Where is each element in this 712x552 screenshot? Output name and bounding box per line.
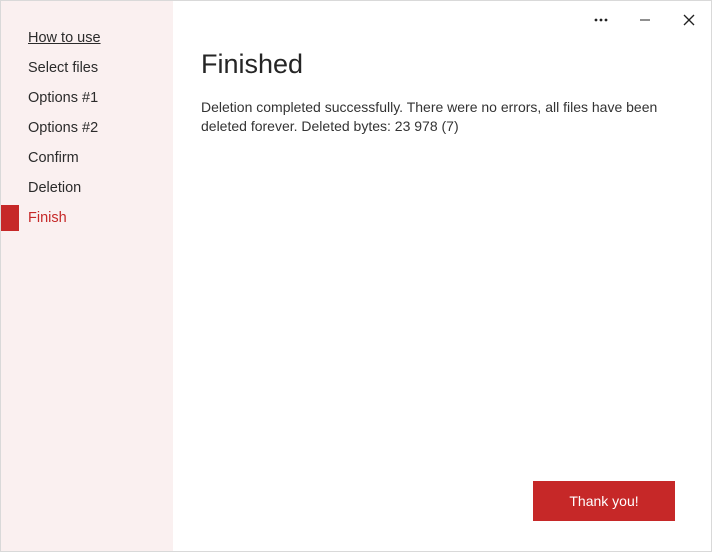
more-button[interactable] [579,1,623,39]
sidebar-item-finish[interactable]: Finish [1,203,173,233]
sidebar-item-label: Options #1 [28,90,98,106]
sidebar: How to use Select files Options #1 Optio… [1,1,173,551]
sidebar-item-label: Select files [28,60,98,76]
sidebar-item-options-2[interactable]: Options #2 [1,113,173,143]
minimize-button[interactable] [623,1,667,39]
app-window: How to use Select files Options #1 Optio… [0,0,712,552]
close-button[interactable] [667,1,711,39]
sidebar-item-label: Finish [28,210,67,226]
sidebar-item-label: Confirm [28,150,79,166]
minimize-icon [639,14,651,26]
sidebar-item-select-files[interactable]: Select files [1,53,173,83]
sidebar-item-how-to-use[interactable]: How to use [1,23,173,53]
thank-you-button[interactable]: Thank you! [533,481,675,521]
sidebar-item-confirm[interactable]: Confirm [1,143,173,173]
page-title: Finished [201,49,683,80]
close-icon [683,14,695,26]
sidebar-item-label: Options #2 [28,120,98,136]
more-icon [594,18,608,22]
sidebar-item-options-1[interactable]: Options #1 [1,83,173,113]
main-content: Finished Deletion completed successfully… [173,1,711,551]
titlebar [579,1,711,39]
sidebar-item-label: Deletion [28,180,81,196]
sidebar-item-deletion[interactable]: Deletion [1,173,173,203]
page-body: Deletion completed successfully. There w… [201,98,681,136]
sidebar-item-label: How to use [28,30,101,46]
